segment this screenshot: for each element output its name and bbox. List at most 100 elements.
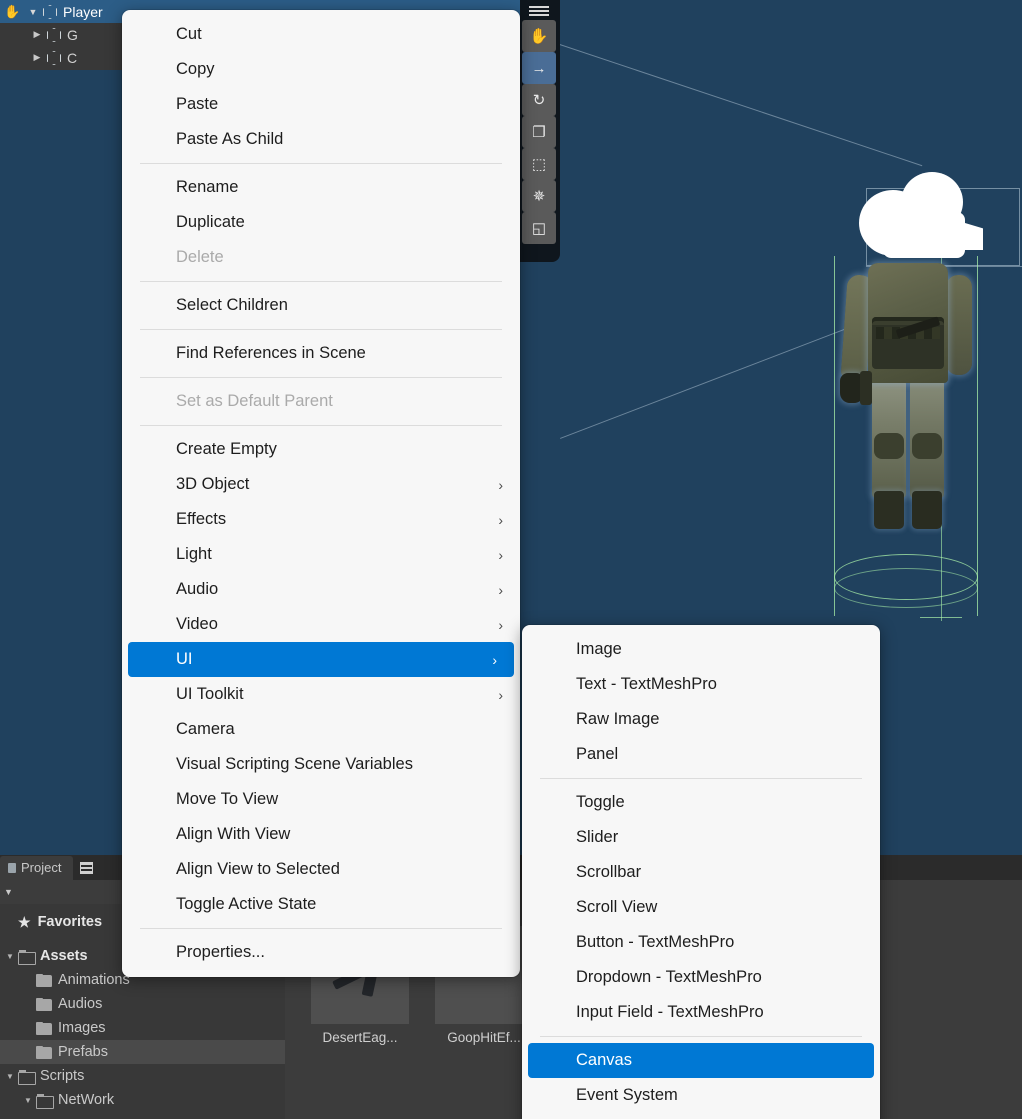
chevron-down-icon[interactable]: ▼ (2, 952, 18, 961)
project-tree-row[interactable]: Images (0, 1016, 285, 1040)
character-left-boot (874, 491, 904, 529)
menu-item-audio[interactable]: Audio › (122, 572, 520, 607)
menu-item-raw-image[interactable]: Raw Image (522, 702, 880, 737)
project-tree-label: Prefabs (58, 1044, 108, 1060)
menu-item-label: Select Children (176, 296, 288, 314)
menu-item-slider[interactable]: Slider (522, 820, 880, 855)
chevron-right-icon[interactable]: ▶ (28, 52, 46, 63)
camera-gizmo-icon[interactable] (855, 168, 985, 280)
menu-item-text-textmeshpro[interactable]: Text - TextMeshPro (522, 667, 880, 702)
project-tree-row[interactable]: ▼ Scripts (0, 1064, 285, 1088)
menu-item-cut[interactable]: Cut (122, 17, 520, 52)
project-tree-label: Animations (58, 972, 130, 988)
hierarchy-row-label: G (67, 26, 78, 43)
project-tree-row[interactable]: Audios (0, 992, 285, 1016)
chevron-right-icon: › (498, 616, 503, 633)
menu-separator (140, 329, 502, 330)
menu-item-move-to-view[interactable]: Move To View (122, 782, 520, 817)
menu-item-canvas[interactable]: Canvas (528, 1043, 874, 1078)
menu-item-video[interactable]: Video › (122, 607, 520, 642)
menu-item-ui[interactable]: UI › (128, 642, 514, 677)
player-character-model[interactable] (800, 245, 1010, 630)
menu-item-toggle-active-state[interactable]: Toggle Active State (122, 887, 520, 922)
menu-item-create-empty[interactable]: Create Empty (122, 432, 520, 467)
rect-tool[interactable]: ⬚ (522, 148, 556, 180)
project-tree-row[interactable]: Prefabs (0, 1040, 285, 1064)
project-tree-row[interactable]: ▼ NetWork (0, 1088, 285, 1112)
menu-item-label: Set as Default Parent (176, 392, 333, 410)
menu-item-paste[interactable]: Paste (122, 87, 520, 122)
menu-item-button-textmeshpro[interactable]: Button - TextMeshPro (522, 925, 880, 960)
menu-item-effects[interactable]: Effects › (122, 502, 520, 537)
hierarchy-row-label: Player (63, 3, 103, 20)
scale-tool[interactable]: ❐ (522, 116, 556, 148)
ui-submenu[interactable]: Image Text - TextMeshPro Raw Image Panel Tog… (522, 625, 880, 1119)
menu-item-label: Video (176, 615, 218, 633)
menu-item-toggle[interactable]: Toggle (522, 785, 880, 820)
menu-item-rename[interactable]: Rename (122, 170, 520, 205)
menu-item-label: Cut (176, 25, 202, 43)
menu-item-ui-toolkit[interactable]: UI Toolkit › (122, 677, 520, 712)
asset-label: DesertEag... (322, 1030, 398, 1045)
menu-item-duplicate[interactable]: Duplicate (122, 205, 520, 240)
menu-item-paste-as-child[interactable]: Paste As Child (122, 122, 520, 157)
hand-tool[interactable]: ✋ (522, 20, 556, 52)
tab-project[interactable]: Project (0, 856, 74, 880)
project-tab-icon (8, 862, 16, 873)
folder-open-icon (18, 949, 36, 965)
menu-item-light[interactable]: Light › (122, 537, 520, 572)
menu-item-label: Light (176, 545, 212, 563)
menu-item-3d-object[interactable]: 3D Object › (122, 467, 520, 502)
chevron-down-icon[interactable]: ▼ (24, 7, 42, 17)
project-tree-label: Assets (40, 948, 88, 964)
transform-tool[interactable]: ✵ (522, 180, 556, 212)
menu-item-image[interactable]: Image (522, 632, 880, 667)
hierarchy-context-menu[interactable]: Cut Copy Paste Paste As Child Rename Duplicat… (122, 10, 520, 977)
move-tool[interactable]: → (522, 52, 556, 84)
chevron-down-icon[interactable]: ▼ (4, 887, 13, 897)
menu-item-label: Dropdown - TextMeshPro (576, 968, 762, 986)
menu-item-align-view-to-selected[interactable]: Align View to Selected (122, 852, 520, 887)
menu-item-panel[interactable]: Panel (522, 737, 880, 772)
menu-separator (540, 778, 862, 779)
menu-item-align-with-view[interactable]: Align With View (122, 817, 520, 852)
menu-item-copy[interactable]: Copy (122, 52, 520, 87)
chevron-down-icon[interactable]: ▼ (20, 1096, 36, 1105)
custom-tool[interactable]: ◱ (522, 212, 556, 244)
menu-item-scrollbar[interactable]: Scrollbar (522, 855, 880, 890)
menu-separator (140, 281, 502, 282)
menu-separator (540, 1036, 862, 1037)
menu-item-label: Button - TextMeshPro (576, 933, 735, 951)
cube-icon (46, 50, 62, 65)
menu-item-find-references-in-scene[interactable]: Find References in Scene (122, 336, 520, 371)
menu-item-scroll-view[interactable]: Scroll View (522, 890, 880, 925)
chevron-right-icon[interactable]: ▶ (28, 29, 46, 40)
menu-item-label: Align With View (176, 825, 291, 843)
menu-item-properties[interactable]: Properties... (122, 935, 520, 970)
menu-item-delete: Delete (122, 240, 520, 275)
chevron-right-icon: › (498, 686, 503, 703)
menu-item-visual-scripting-scene-variables[interactable]: Visual Scripting Scene Variables (122, 747, 520, 782)
menu-item-label: Toggle Active State (176, 895, 317, 913)
menu-separator (140, 928, 502, 929)
menu-item-label: Audio (176, 580, 219, 598)
menu-item-dropdown-textmeshpro[interactable]: Dropdown - TextMeshPro (522, 960, 880, 995)
project-tree-label: Audios (58, 996, 103, 1012)
menu-item-label: Rename (176, 178, 239, 196)
rotate-tool[interactable]: ↻ (522, 84, 556, 116)
chevron-down-icon[interactable]: ▼ (2, 1072, 18, 1081)
menu-item-select-children[interactable]: Select Children (122, 288, 520, 323)
character-right-boot (912, 491, 942, 529)
menu-item-set-as-default-parent: Set as Default Parent (122, 384, 520, 419)
menu-item-event-system[interactable]: Event System (522, 1078, 880, 1113)
menu-item-label: Slider (576, 828, 619, 846)
tool-palette-menu-icon[interactable] (522, 4, 556, 18)
menu-item-label: Event System (576, 1086, 678, 1104)
menu-separator (140, 163, 502, 164)
chevron-right-icon: › (492, 651, 497, 668)
menu-item-label: Paste (176, 95, 219, 113)
scene-tool-palette[interactable]: ✋ → ↻ ❐ ⬚ ✵ ◱ (518, 0, 560, 262)
menu-item-input-field-textmeshpro[interactable]: Input Field - TextMeshPro (522, 995, 880, 1030)
list-view-icon[interactable] (73, 855, 100, 880)
menu-item-camera[interactable]: Camera (122, 712, 520, 747)
